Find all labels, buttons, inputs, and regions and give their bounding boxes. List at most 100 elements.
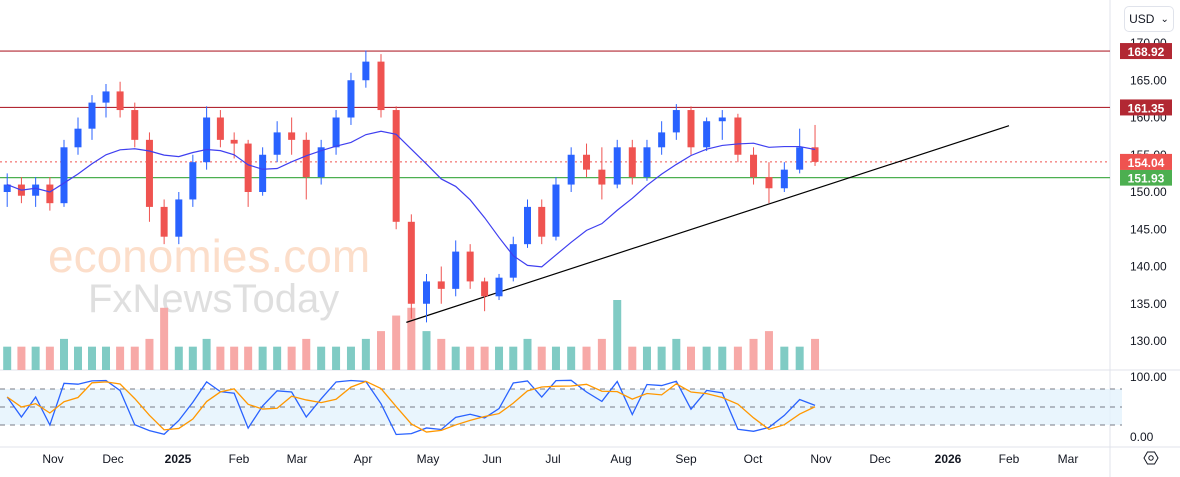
currency-label: USD — [1129, 12, 1155, 26]
time-tick-label: 2026 — [935, 452, 962, 466]
volume-bar — [317, 346, 326, 370]
candle-body — [423, 281, 430, 304]
candle-body — [658, 132, 666, 148]
volume-bar — [45, 346, 54, 370]
price-level-label: 168.92 — [1128, 45, 1165, 59]
volume-bar — [302, 338, 311, 370]
time-tick-label: Nov — [810, 452, 831, 466]
volume-bar — [764, 331, 773, 370]
stoch-tick-label: 0.00 — [1130, 430, 1154, 444]
candle-body — [203, 117, 211, 163]
volume-bar — [480, 346, 489, 370]
candle-body — [628, 147, 636, 178]
price-tick-label: 145.00 — [1130, 222, 1167, 236]
currency-button[interactable]: USD ⌄ — [1124, 6, 1174, 32]
time-tick-label: Apr — [354, 452, 373, 466]
candle-body — [703, 121, 711, 148]
volume-bar — [31, 346, 40, 370]
candle-body — [734, 117, 742, 155]
volume-bar — [795, 346, 804, 370]
candle-body — [273, 132, 281, 155]
candle-body — [481, 281, 489, 297]
candle-body — [466, 251, 474, 282]
time-tick-label: 2025 — [165, 452, 192, 466]
candle-body — [175, 199, 183, 237]
candle-body — [643, 147, 651, 178]
volume-bar — [287, 346, 296, 370]
volume-bar — [613, 300, 622, 370]
chart-container[interactable]: economies.com FxNewsToday 170.00 165.00 16… — [0, 0, 1180, 477]
time-tick-label: Mar — [1058, 452, 1079, 466]
candle-body — [88, 102, 96, 129]
time-tick-label: Jul — [545, 452, 560, 466]
volume-bar — [437, 338, 446, 370]
volume-bar — [174, 346, 183, 370]
volume-bar — [145, 338, 154, 370]
time-tick-label: Sep — [675, 452, 697, 466]
volume-bar — [361, 338, 370, 370]
candle-body — [796, 147, 804, 170]
volume-bar — [523, 338, 532, 370]
candle-body — [116, 91, 124, 111]
gear-icon[interactable] — [1143, 451, 1159, 465]
volume-bar — [392, 315, 401, 370]
watermark-line2: FxNewsToday — [88, 277, 339, 321]
volume-bar — [244, 346, 253, 370]
candle-body — [377, 61, 385, 111]
volume-bar — [332, 346, 341, 370]
volume-bar — [346, 346, 355, 370]
time-tick-label: Feb — [999, 452, 1020, 466]
time-tick-label: Feb — [229, 452, 250, 466]
candle-body — [302, 139, 310, 178]
candle-body — [32, 184, 40, 196]
watermark-line1: economies.com — [48, 230, 370, 282]
candle-body — [765, 177, 773, 189]
candle-body — [46, 184, 54, 204]
volume-bar — [258, 346, 267, 370]
volume-bar — [17, 346, 26, 370]
time-tick-label: Mar — [287, 452, 308, 466]
stoch-tick-label: 100.00 — [1130, 370, 1167, 384]
volume-bar — [749, 338, 758, 370]
volume-bar — [377, 331, 385, 370]
candle-body — [613, 147, 621, 185]
candle-body — [131, 110, 139, 140]
price-chart[interactable]: economies.com FxNewsToday 170.00165.0016… — [0, 0, 1180, 477]
volume-bar — [422, 331, 431, 370]
candle-body — [407, 221, 415, 304]
volume-bar — [188, 346, 197, 370]
candle-body — [718, 117, 726, 122]
candle-body — [509, 244, 517, 278]
volume-bar — [88, 346, 96, 370]
candle-body — [437, 281, 445, 289]
candle-body — [74, 128, 82, 148]
candle-body — [567, 154, 575, 185]
candle-body — [244, 143, 252, 192]
candle-body — [750, 154, 758, 178]
volume-bar — [60, 338, 68, 370]
time-tick-label: Oct — [744, 452, 763, 466]
volume-bar — [657, 346, 666, 370]
volume-bar — [130, 346, 139, 370]
volume-bar — [780, 346, 789, 370]
candle-body — [452, 251, 460, 289]
candle-body — [288, 132, 296, 140]
price-level-label: 151.93 — [1128, 172, 1165, 186]
volume-bar — [495, 346, 504, 370]
last-price-label: 154.04 — [1128, 156, 1165, 170]
candle-body — [780, 169, 788, 189]
price-tick-label: 165.00 — [1130, 73, 1167, 87]
candle-body — [160, 206, 168, 237]
candle-body — [145, 139, 153, 207]
volume-bar — [116, 346, 125, 370]
candle-body — [362, 61, 370, 81]
volume-bar — [202, 338, 211, 370]
volume-bar — [509, 346, 518, 370]
price-tick-label: 130.00 — [1130, 334, 1167, 348]
volume-bar — [160, 307, 169, 370]
volume-bar — [273, 346, 282, 370]
volume-bar — [702, 346, 711, 370]
volume-bar — [102, 346, 110, 370]
candle-body — [598, 169, 606, 185]
volume-bar — [597, 338, 606, 370]
